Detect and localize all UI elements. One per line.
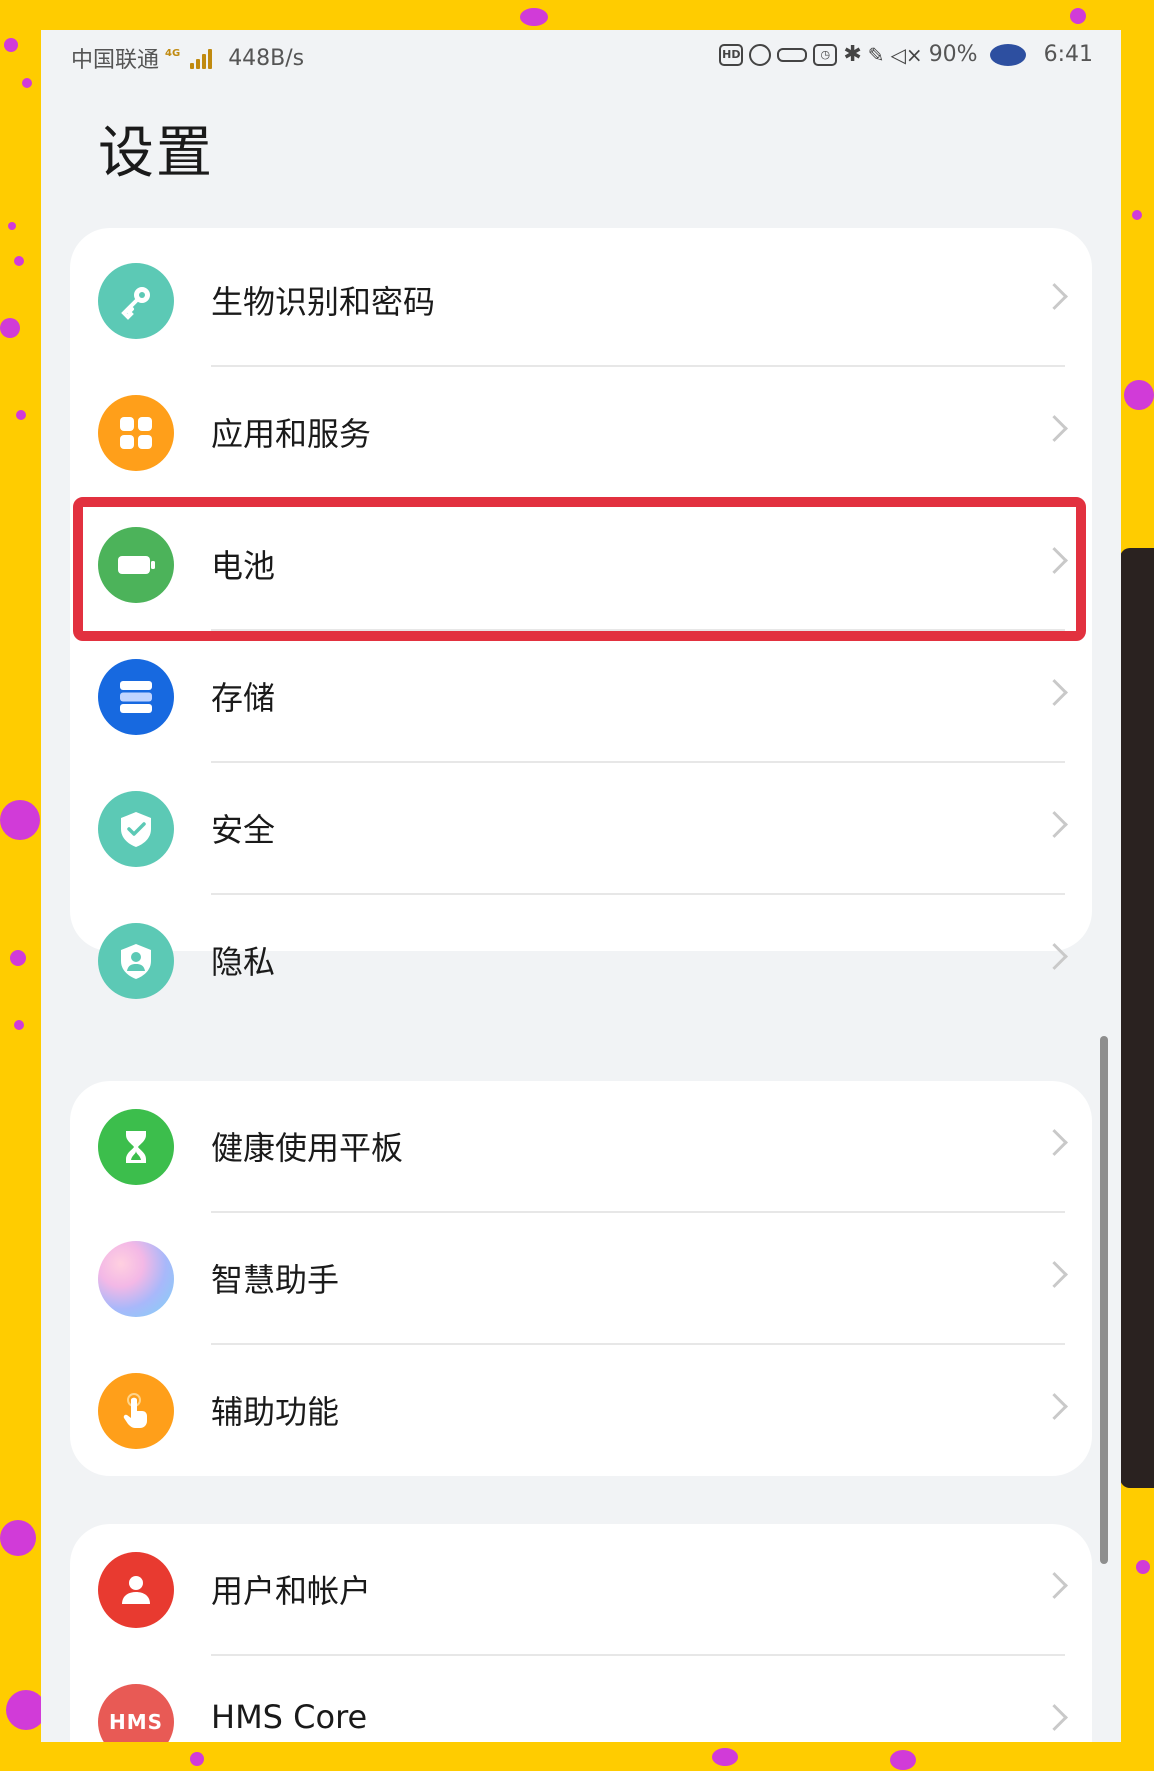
settings-item-apps-services[interactable]: 应用和服务 [70, 367, 1092, 499]
settings-item-smart-assistant[interactable]: 智慧助手 [70, 1213, 1092, 1345]
alarm-icon: ◷ [813, 43, 838, 66]
settings-group-3: 用户和帐户 HMS HMS Core [70, 1524, 1092, 1742]
settings-item-storage[interactable]: 存储 [70, 631, 1092, 763]
status-bar: 中国联通 4G 448B/s HD ◷ ✱ ✎ ◁× 90% 6:41 [41, 30, 1121, 78]
network-speed: 448B/s [228, 45, 305, 71]
storage-icon [98, 659, 174, 735]
settings-item-label: 应用和服务 [211, 415, 372, 453]
nfc-icon [749, 43, 772, 66]
chevron-right-icon [1041, 283, 1068, 310]
assistant-icon [98, 1241, 174, 1317]
apps-grid-icon [98, 395, 174, 471]
settings-item-label: 电池 [211, 547, 276, 585]
chevron-right-icon [1041, 1393, 1068, 1420]
page-title: 设置 [98, 121, 214, 186]
hms-icon-text: HMS [108, 1710, 164, 1734]
chevron-right-icon [1041, 679, 1068, 706]
settings-item-label: HMS Core [211, 1698, 368, 1736]
settings-item-privacy-row[interactable]: 隐私 [70, 895, 1092, 1027]
settings-item-security[interactable]: 安全 [70, 763, 1092, 895]
carrier-name: 中国联通 [71, 48, 160, 73]
settings-item-users-accounts[interactable]: 用户和帐户 [70, 1524, 1092, 1656]
settings-item-label: 隐私 [211, 943, 276, 981]
settings-item-label: 用户和帐户 [211, 1572, 372, 1610]
chevron-right-icon [1041, 1261, 1068, 1288]
no-notification-icon: ✎ [867, 42, 885, 67]
settings-item-hms-core[interactable]: HMS HMS Core [70, 1656, 1092, 1742]
chevron-right-icon [1041, 547, 1068, 574]
chevron-right-icon [1041, 415, 1068, 442]
chevron-right-icon [1041, 943, 1068, 970]
settings-item-biometrics[interactable]: 生物识别和密码 [70, 235, 1092, 367]
key-icon [98, 263, 174, 339]
vr-glasses-icon [777, 47, 808, 62]
settings-item-label: 智慧助手 [211, 1261, 340, 1299]
settings-item-label: 生物识别和密码 [211, 283, 436, 321]
settings-screen: 中国联通 4G 448B/s HD ◷ ✱ ✎ ◁× 90% 6:41 设置 生 [41, 30, 1121, 1742]
privacy-shield-icon [98, 923, 174, 999]
settings-item-accessibility[interactable]: 辅助功能 [70, 1345, 1092, 1477]
battery-icon [98, 527, 174, 603]
hourglass-icon [98, 1109, 174, 1185]
battery-saver-icon [989, 43, 1026, 66]
settings-item-label: 健康使用平板 [211, 1129, 404, 1167]
hms-icon: HMS [98, 1684, 174, 1742]
settings-item-label: 存储 [211, 679, 276, 717]
signal-strength-icon [190, 47, 213, 69]
battery-percent: 90% [928, 42, 978, 67]
clock: 6:41 [1043, 42, 1093, 67]
bluetooth-icon: ✱ [843, 42, 862, 67]
chevron-right-icon [1041, 811, 1068, 838]
settings-group-1: 生物识别和密码 应用和服务 电池 存储 安全 [70, 228, 1092, 951]
hd-voice-icon: HD [719, 43, 744, 66]
settings-item-healthy-tablet-use[interactable]: 健康使用平板 [70, 1081, 1092, 1213]
settings-item-battery[interactable]: 电池 [70, 499, 1092, 631]
settings-group-2: 健康使用平板 智慧助手 辅助功能 [70, 1081, 1092, 1476]
hand-pointer-icon [98, 1373, 174, 1449]
chevron-right-icon [1041, 1572, 1068, 1599]
network-badge: 4G [165, 47, 181, 59]
scrollbar[interactable] [1100, 1036, 1108, 1564]
settings-item-label: 辅助功能 [211, 1393, 340, 1431]
settings-item-label: 安全 [211, 811, 276, 849]
shield-check-icon [98, 791, 174, 867]
mute-icon: ◁× [890, 42, 923, 67]
chevron-right-icon [1041, 1704, 1068, 1731]
user-icon [98, 1552, 174, 1628]
chevron-right-icon [1041, 1129, 1068, 1156]
